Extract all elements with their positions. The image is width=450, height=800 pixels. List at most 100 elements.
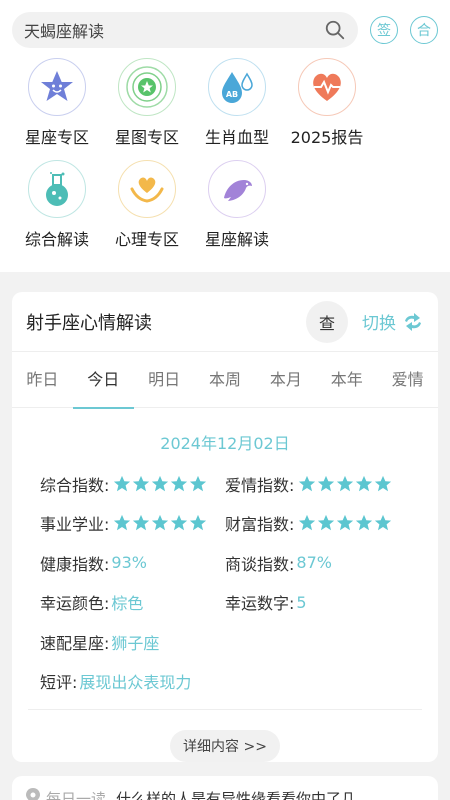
check-button[interactable]: 查 xyxy=(306,300,348,343)
index-row: 短评: 展现出众表现力 xyxy=(40,662,410,702)
star-icon xyxy=(133,515,150,531)
category-item-constellation[interactable]: 星座专区 xyxy=(12,58,102,148)
index-value: 93% xyxy=(111,553,147,573)
index-label: 商谈指数: xyxy=(225,554,295,574)
lucky-number: 幸运数字: 5 xyxy=(225,590,410,614)
career-index: 事业学业: xyxy=(40,511,225,535)
category-item-comprehensive[interactable]: 综合解读 xyxy=(12,160,102,250)
category-label: 星座专区 xyxy=(24,128,89,147)
tab-year[interactable]: 本年 xyxy=(316,352,377,408)
refresh-icon xyxy=(405,312,421,331)
love-index: 爱情指数: xyxy=(225,472,410,496)
card-title: 射手座心情解读 xyxy=(26,312,152,334)
index-value: 87% xyxy=(296,553,332,573)
category-item-zodiac-blood[interactable]: AB 生肖血型 xyxy=(192,58,282,148)
index-label: 幸运数字: xyxy=(225,594,295,614)
tab-month[interactable]: 本月 xyxy=(255,352,316,408)
astro-chart-icon xyxy=(118,58,176,116)
star-icon xyxy=(171,515,188,531)
switch-button[interactable]: 切换 xyxy=(362,309,424,334)
index-label: 爱情指数: xyxy=(225,475,295,495)
period-tabs: 昨日 今日 明日 本周 本月 本年 爱情 xyxy=(12,352,438,409)
category-label: 星图专区 xyxy=(114,128,179,147)
tab-yesterday[interactable]: 昨日 xyxy=(12,352,73,408)
match-sign: 速配星座: 狮子座 xyxy=(40,630,410,654)
location-pin-icon xyxy=(26,788,40,800)
heart-hands-icon xyxy=(118,160,176,218)
search-input[interactable]: 天蝎座解读 xyxy=(24,18,324,42)
star-icon xyxy=(299,475,316,491)
star-icon xyxy=(337,515,354,531)
negotiation-index: 商谈指数: 87% xyxy=(225,551,410,575)
star-face-icon xyxy=(28,58,86,116)
star-icon xyxy=(190,515,207,531)
reading-date: 2024年12月02日 xyxy=(160,434,290,453)
index-label: 健康指数: xyxy=(40,554,110,574)
tab-love[interactable]: 爱情 xyxy=(377,352,438,408)
tab-today[interactable]: 今日 xyxy=(72,352,134,409)
search-icon[interactable] xyxy=(324,19,346,41)
detail-button[interactable]: 详细内容 >> xyxy=(170,730,280,762)
svg-text:AB: AB xyxy=(226,90,238,99)
index-row: 健康指数: 93% 商谈指数: 87% xyxy=(40,543,410,583)
switch-label: 切换 xyxy=(362,314,396,334)
star-rating xyxy=(298,514,393,532)
category-item-chart[interactable]: 星图专区 xyxy=(102,58,192,148)
flask-icon xyxy=(28,160,86,218)
index-label: 幸运颜色: xyxy=(40,594,110,614)
star-icon xyxy=(299,515,316,531)
index-label: 综合指数: xyxy=(40,475,110,495)
index-row: 速配星座: 狮子座 xyxy=(40,622,410,662)
index-label: 速配星座: xyxy=(40,633,110,653)
index-value: 狮子座 xyxy=(111,633,160,653)
lucky-color: 幸运颜色: 棕色 xyxy=(40,590,225,614)
tab-tomorrow[interactable]: 明日 xyxy=(134,352,195,408)
star-icon xyxy=(114,515,131,531)
index-row: 幸运颜色: 棕色 幸运数字: 5 xyxy=(40,583,410,623)
star-icon xyxy=(318,475,335,491)
star-rating xyxy=(113,475,208,493)
search-bar[interactable]: 天蝎座解读 xyxy=(12,12,358,48)
index-value: 展现出众表现力 xyxy=(79,673,192,693)
daily-read-card[interactable]: 每日一读 什么样的人是有异性缘看看你中了几 xyxy=(12,776,438,800)
card-header: 射手座心情解读 查 切换 xyxy=(12,292,438,352)
star-rating xyxy=(113,514,208,532)
star-icon xyxy=(190,475,207,491)
match-button[interactable]: 合 xyxy=(410,16,438,44)
category-label: 心理专区 xyxy=(114,230,179,249)
category-label: 2025报告 xyxy=(290,128,364,147)
tab-week[interactable]: 本周 xyxy=(195,352,256,408)
star-icon xyxy=(375,475,392,491)
star-icon xyxy=(152,475,169,491)
index-label: 事业学业: xyxy=(40,515,110,535)
star-icon xyxy=(171,475,188,491)
divider xyxy=(28,709,422,710)
category-item-reading[interactable]: 星座解读 xyxy=(192,160,282,250)
dolphin-icon xyxy=(208,160,266,218)
index-value: 5 xyxy=(296,592,307,612)
index-label: 短评: xyxy=(40,673,78,693)
index-value: 棕色 xyxy=(111,594,144,614)
overall-index: 综合指数: xyxy=(40,472,225,496)
star-icon xyxy=(337,475,354,491)
star-icon xyxy=(356,515,373,531)
short-comment: 短评: 展现出众表现力 xyxy=(40,669,410,693)
index-row: 事业学业: 财富指数: xyxy=(40,504,410,544)
top-section: 天蝎座解读 签 合 星座专区 星图专区 AB 生肖血型 2025报告 综合解读 … xyxy=(0,0,450,272)
search-row: 天蝎座解读 签 合 xyxy=(12,12,438,48)
category-grid: 星座专区 星图专区 AB 生肖血型 2025报告 综合解读 心理专区 星座解读 xyxy=(12,58,438,262)
index-rows: 综合指数: 爱情指数: 事业学业: 财富指数: 健康指数: 93% 商谈指数: … xyxy=(12,454,438,701)
sign-button[interactable]: 签 xyxy=(370,16,398,44)
category-item-psychology[interactable]: 心理专区 xyxy=(102,160,192,250)
daily-read-text: 什么样的人是有异性缘看看你中了几 xyxy=(116,790,357,800)
star-icon xyxy=(318,515,335,531)
category-item-2025-report[interactable]: 2025报告 xyxy=(282,58,372,148)
index-row: 综合指数: 爱情指数: xyxy=(40,464,410,504)
category-label: 生肖血型 xyxy=(204,128,269,147)
heart-pulse-icon xyxy=(298,58,356,116)
index-label: 财富指数: xyxy=(225,515,295,535)
star-icon xyxy=(152,515,169,531)
category-label: 综合解读 xyxy=(24,230,89,249)
daily-read-tag: 每日一读 xyxy=(46,790,107,800)
star-icon xyxy=(133,475,150,491)
